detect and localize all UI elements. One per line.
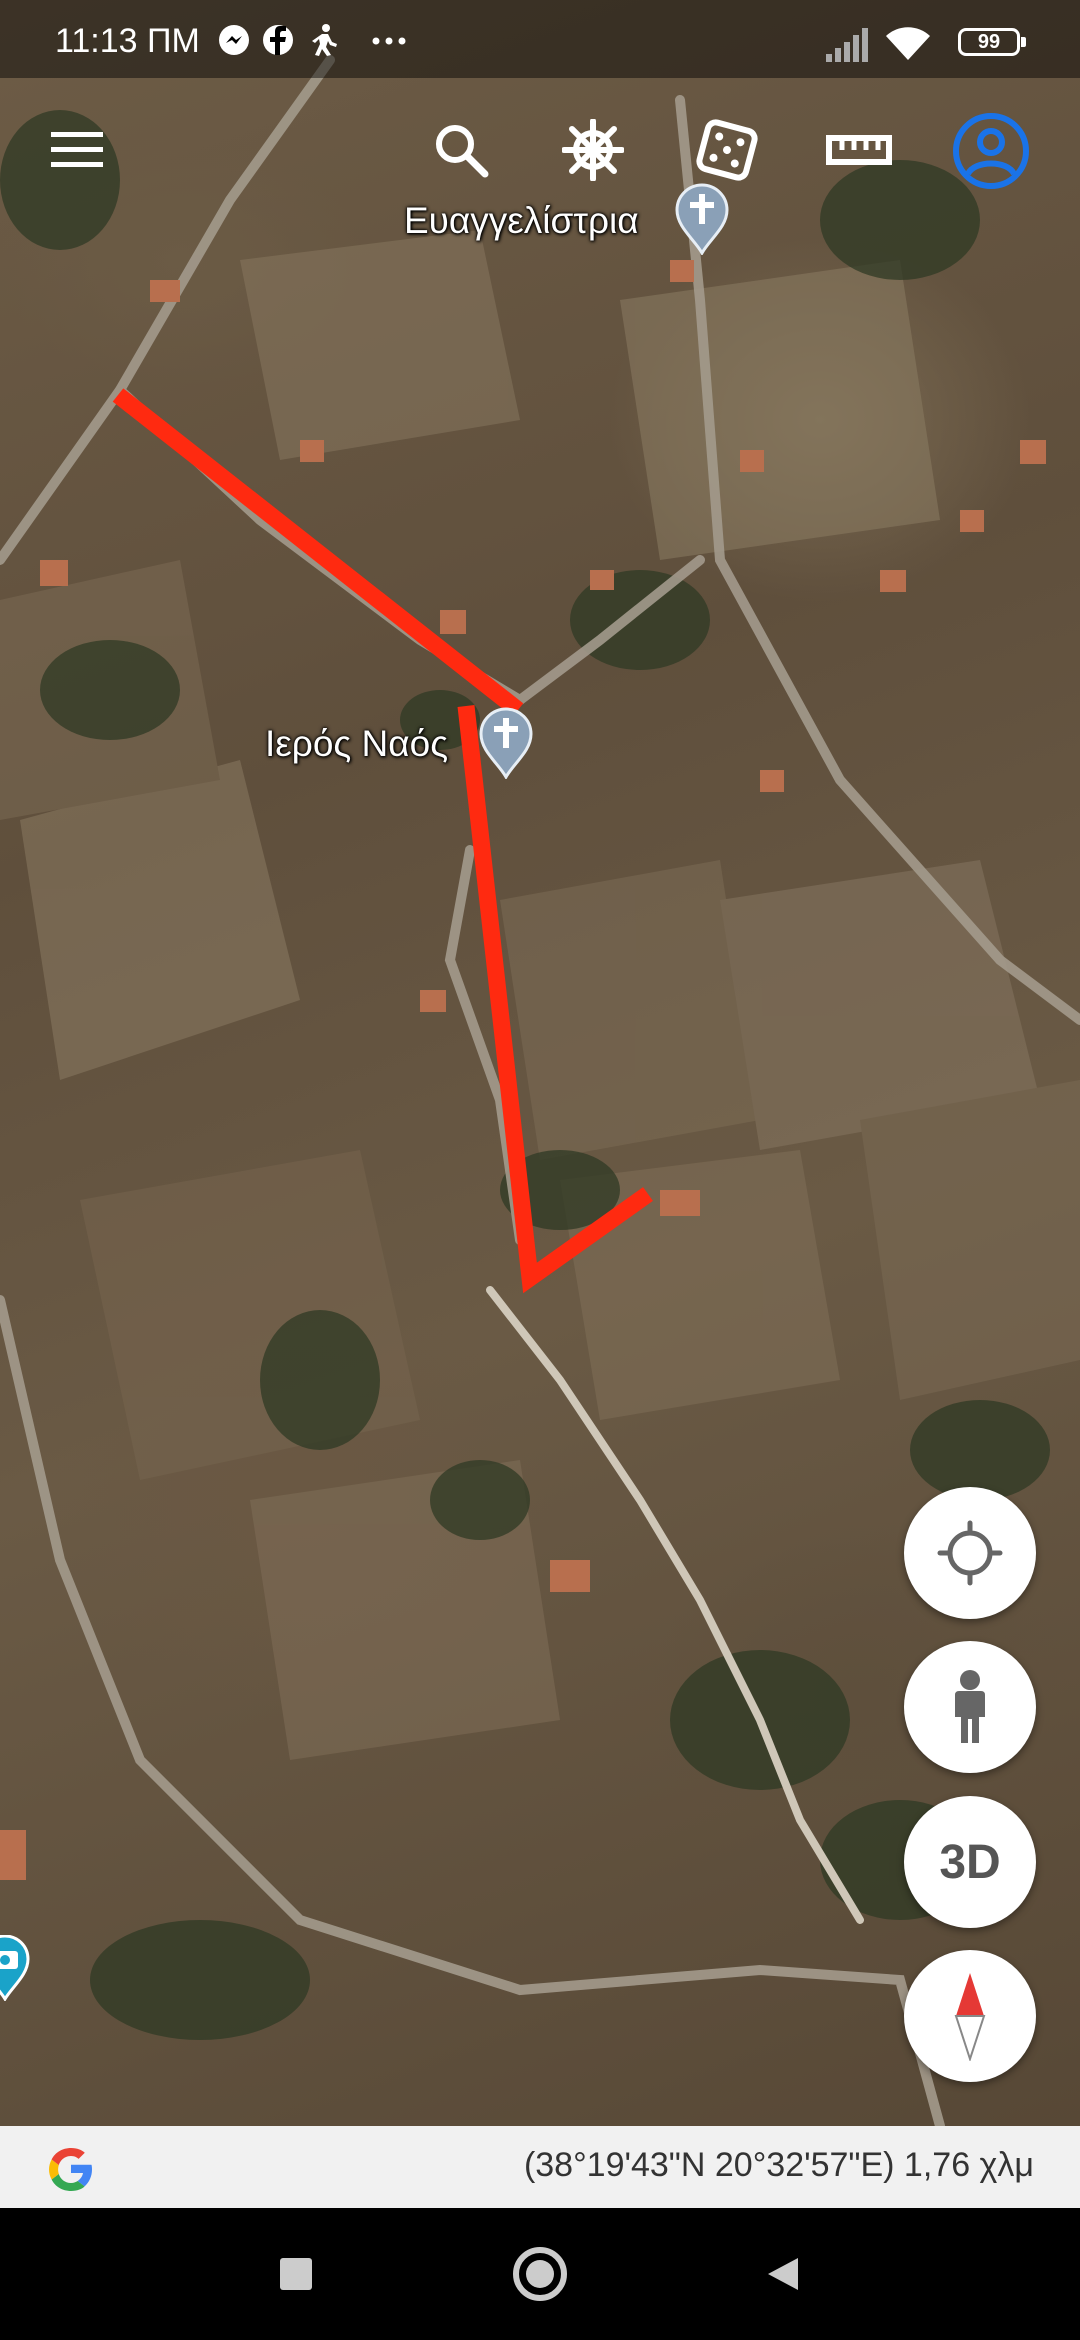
google-logo xyxy=(40,2138,102,2200)
facebook-icon xyxy=(263,25,293,55)
ruler-icon xyxy=(826,135,892,165)
account-button[interactable] xyxy=(952,112,1030,190)
back-button[interactable] xyxy=(746,2238,818,2310)
3d-label: 3D xyxy=(939,1835,1001,1889)
recents-square-icon xyxy=(280,2258,312,2290)
back-triangle-icon xyxy=(768,2258,798,2290)
street-view-person-icon xyxy=(955,1670,985,1743)
status-bar: 11:13 ΠΜ 99 xyxy=(0,0,1080,78)
place-label-evangelistria[interactable]: Ευαγγελίστρια xyxy=(404,200,639,242)
3d-toggle-button[interactable]: 3D xyxy=(904,1796,1036,1928)
recents-button[interactable] xyxy=(260,2238,332,2310)
home-button[interactable] xyxy=(504,2238,576,2310)
battery-indicator: 99 xyxy=(958,28,1026,56)
photo-pin-icon[interactable] xyxy=(0,1934,30,2002)
compass-button[interactable] xyxy=(904,1950,1036,2082)
church-pin-icon[interactable] xyxy=(478,707,534,781)
my-location-icon xyxy=(937,1520,1003,1586)
system-navigation-bar xyxy=(0,2208,1080,2340)
dice-icon xyxy=(696,119,758,181)
notification-icons xyxy=(218,22,418,63)
search-button[interactable] xyxy=(426,115,496,185)
menu-button[interactable] xyxy=(42,115,112,185)
info-bar: (38°19'43"N 20°32'57"E) 1,76 χλμ xyxy=(0,2126,1080,2208)
google-g-icon xyxy=(49,2148,92,2191)
menu-icon xyxy=(51,132,103,167)
voyager-button[interactable] xyxy=(558,115,628,185)
walking-icon xyxy=(312,24,337,56)
compass-icon xyxy=(954,1973,986,2061)
my-location-button[interactable] xyxy=(904,1487,1036,1619)
signal-icon xyxy=(826,24,874,67)
voyager-wheel-icon xyxy=(562,119,624,181)
coordinates-scale-readout: (38°19'43"N 20°32'57"E) 1,76 χλμ xyxy=(523,2146,1034,2184)
wifi-icon xyxy=(884,24,932,67)
map-canvas xyxy=(0,55,1080,2126)
home-circle-icon xyxy=(513,2247,567,2301)
status-time: 11:13 ΠΜ xyxy=(55,22,200,60)
account-icon xyxy=(953,113,1029,189)
satellite-map[interactable] xyxy=(0,0,1080,2126)
street-view-button[interactable] xyxy=(904,1641,1036,1773)
measure-button[interactable] xyxy=(824,115,894,185)
more-dots-icon xyxy=(372,37,406,45)
place-label-ieros-naos[interactable]: Ιερός Ναός xyxy=(265,723,448,765)
search-icon xyxy=(436,125,489,178)
messenger-icon xyxy=(219,25,249,55)
church-pin-icon[interactable] xyxy=(674,183,730,257)
random-place-button[interactable] xyxy=(692,115,762,185)
